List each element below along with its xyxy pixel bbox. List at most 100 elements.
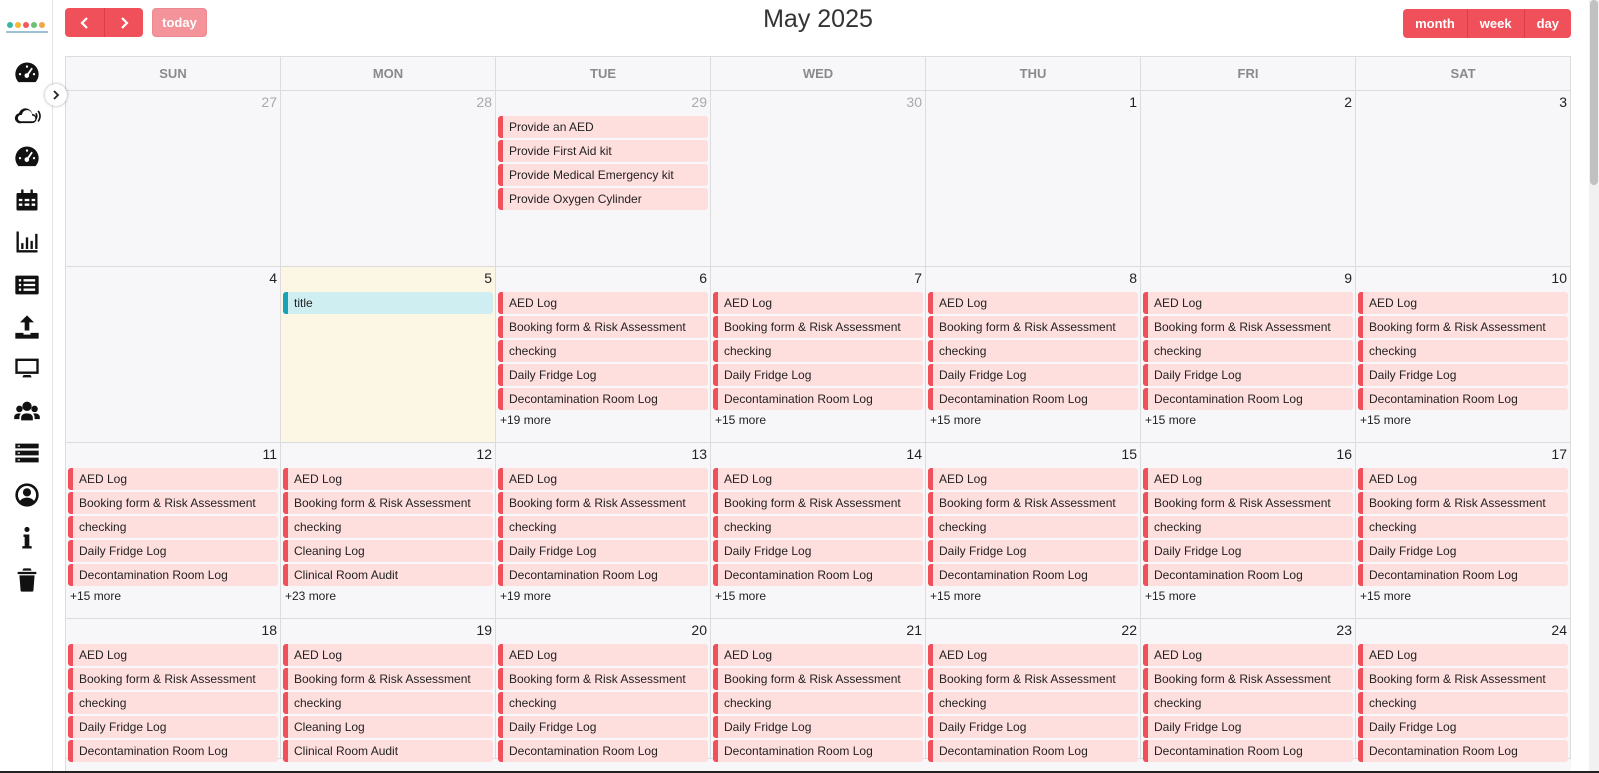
calendar-event[interactable]: AED Log <box>1143 644 1353 666</box>
calendar-event[interactable]: checking <box>498 692 708 714</box>
more-events-link[interactable]: +15 more <box>1143 588 1353 604</box>
day-cell[interactable]: 9 AED Log Booking form & Risk Assessment ch… <box>1141 267 1356 442</box>
calendar-event[interactable]: Booking form & Risk Assessment <box>713 668 923 690</box>
calendar-event[interactable]: checking <box>1358 516 1568 538</box>
day-number[interactable]: 19 <box>476 622 492 638</box>
calendar-event[interactable]: Daily Fridge Log <box>1143 716 1353 738</box>
calendar-event[interactable]: Booking form & Risk Assessment <box>928 492 1138 514</box>
calendar-event[interactable]: Decontamination Room Log <box>1358 740 1568 762</box>
users-icon[interactable] <box>12 396 42 426</box>
calendar-event[interactable]: checking <box>68 516 278 538</box>
day-cell[interactable]: 13 AED Log Booking form & Risk Assessment c… <box>496 443 711 618</box>
calendar-event[interactable]: checking <box>68 692 278 714</box>
more-events-link[interactable]: +15 more <box>713 412 923 428</box>
day-cell[interactable]: 1 <box>926 91 1141 266</box>
calendar-event[interactable]: Daily Fridge Log <box>1358 364 1568 386</box>
day-cell[interactable]: 16 AED Log Booking form & Risk Assessment c… <box>1141 443 1356 618</box>
calendar-event[interactable]: AED Log <box>1143 468 1353 490</box>
calendar-event[interactable]: Booking form & Risk Assessment <box>498 668 708 690</box>
day-cell[interactable]: 24 AED Log Booking form & Risk Assessment c… <box>1356 619 1571 762</box>
calendar-event[interactable]: Decontamination Room Log <box>713 388 923 410</box>
calendar-event[interactable]: Daily Fridge Log <box>498 540 708 562</box>
calendar-event[interactable]: Decontamination Room Log <box>498 564 708 586</box>
day-cell[interactable]: 22 AED Log Booking form & Risk Assessment c… <box>926 619 1141 762</box>
calendar-event[interactable]: Daily Fridge Log <box>1358 540 1568 562</box>
calendar-event[interactable]: Decontamination Room Log <box>1143 740 1353 762</box>
calendar-event[interactable]: checking <box>1143 516 1353 538</box>
calendar-event[interactable]: AED Log <box>68 468 278 490</box>
more-events-link[interactable]: +23 more <box>283 588 493 604</box>
calendar-event[interactable]: Booking form & Risk Assessment <box>713 492 923 514</box>
calendar-event[interactable]: AED Log <box>928 468 1138 490</box>
calendar-event[interactable]: Booking form & Risk Assessment <box>713 316 923 338</box>
day-cell[interactable]: 10 AED Log Booking form & Risk Assessment c… <box>1356 267 1571 442</box>
more-events-link[interactable]: +15 more <box>1358 412 1568 428</box>
calendar-event[interactable]: Booking form & Risk Assessment <box>928 316 1138 338</box>
calendar-event[interactable]: Daily Fridge Log <box>928 716 1138 738</box>
day-number[interactable]: 24 <box>1551 622 1567 638</box>
page-scrollbar[interactable] <box>1589 0 1599 773</box>
calendar-event[interactable]: Daily Fridge Log <box>498 716 708 738</box>
more-events-link[interactable]: +15 more <box>928 412 1138 428</box>
info-icon[interactable] <box>12 523 42 553</box>
day-number[interactable]: 6 <box>699 270 707 286</box>
calendar-event[interactable]: checking <box>283 692 493 714</box>
calendar-event[interactable]: Provide an AED <box>498 116 708 138</box>
calendar-event[interactable]: Decontamination Room Log <box>68 564 278 586</box>
day-cell[interactable]: 8 AED Log Booking form & Risk Assessment ch… <box>926 267 1141 442</box>
calendar-event[interactable]: checking <box>928 692 1138 714</box>
calendar-event[interactable]: Booking form & Risk Assessment <box>498 316 708 338</box>
day-number[interactable]: 7 <box>914 270 922 286</box>
calendar-event[interactable]: checking <box>1143 692 1353 714</box>
day-number[interactable]: 22 <box>1121 622 1137 638</box>
calendar-event[interactable]: AED Log <box>498 292 708 314</box>
calendar-event[interactable]: checking <box>1358 692 1568 714</box>
day-number[interactable]: 2 <box>1344 94 1352 110</box>
calendar-event[interactable]: AED Log <box>713 292 923 314</box>
day-number[interactable]: 1 <box>1129 94 1137 110</box>
calendar-event[interactable]: Decontamination Room Log <box>928 740 1138 762</box>
day-cell[interactable]: 21 AED Log Booking form & Risk Assessment c… <box>711 619 926 762</box>
calendar-event[interactable]: Decontamination Room Log <box>713 740 923 762</box>
calendar-event[interactable]: AED Log <box>713 644 923 666</box>
day-number[interactable]: 11 <box>262 446 277 462</box>
more-events-link[interactable]: +19 more <box>498 588 708 604</box>
calendar-event[interactable]: checking <box>283 516 493 538</box>
calendar-event[interactable]: AED Log <box>283 644 493 666</box>
app-logo[interactable] <box>7 22 45 28</box>
calendar-event[interactable]: checking <box>498 516 708 538</box>
day-number[interactable]: 30 <box>906 94 922 110</box>
monitor-icon[interactable] <box>12 353 42 383</box>
calendar-event[interactable]: Booking form & Risk Assessment <box>1358 492 1568 514</box>
day-cell[interactable]: 14 AED Log Booking form & Risk Assessment c… <box>711 443 926 618</box>
calendar-event[interactable]: Booking form & Risk Assessment <box>1143 668 1353 690</box>
calendar-event[interactable]: AED Log <box>1358 468 1568 490</box>
day-cell[interactable]: 27 <box>66 91 281 266</box>
calendar-event[interactable]: Daily Fridge Log <box>928 540 1138 562</box>
calendar-event[interactable]: Provide Medical Emergency kit <box>498 164 708 186</box>
calendar-event[interactable]: Decontamination Room Log <box>713 564 923 586</box>
calendar-event[interactable]: checking <box>1143 340 1353 362</box>
calendar-event[interactable]: Decontamination Room Log <box>928 564 1138 586</box>
day-number[interactable]: 14 <box>906 446 922 462</box>
calendar-event[interactable]: Daily Fridge Log <box>713 540 923 562</box>
today-button[interactable]: today <box>152 8 207 37</box>
calendar-event[interactable]: Decontamination Room Log <box>498 388 708 410</box>
calendar-event[interactable]: Booking form & Risk Assessment <box>1358 316 1568 338</box>
trash-icon[interactable] <box>12 565 42 595</box>
day-number[interactable]: 20 <box>691 622 707 638</box>
day-view-button[interactable]: day <box>1523 9 1571 38</box>
calendar-event[interactable]: AED Log <box>713 468 923 490</box>
speedometer-icon[interactable] <box>12 142 42 172</box>
calendar-event[interactable]: Booking form & Risk Assessment <box>1143 492 1353 514</box>
server-icon[interactable] <box>12 438 42 468</box>
prev-month-button[interactable] <box>65 8 104 37</box>
day-cell[interactable]: 20 AED Log Booking form & Risk Assessment c… <box>496 619 711 762</box>
scrollbar-thumb[interactable] <box>1590 0 1598 185</box>
day-cell[interactable]: 12 AED Log Booking form & Risk Assessment c… <box>281 443 496 618</box>
calendar-event[interactable]: Cleaning Log <box>283 540 493 562</box>
day-number[interactable]: 17 <box>1551 446 1567 462</box>
day-number[interactable]: 15 <box>1121 446 1137 462</box>
day-number[interactable]: 27 <box>261 94 277 110</box>
more-events-link[interactable]: +15 more <box>928 588 1138 604</box>
